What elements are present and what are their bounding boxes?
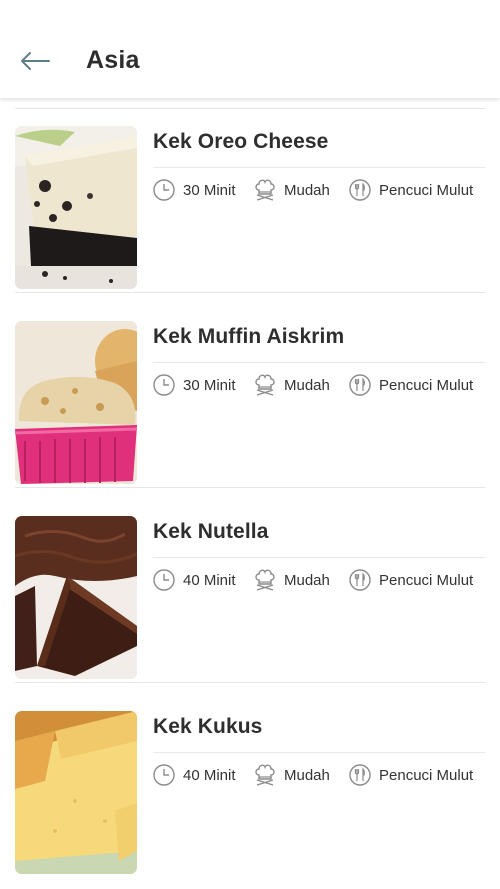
recipe-title: Kek Kukus (153, 715, 263, 738)
recipe-category: Pencuci Mulut (348, 763, 473, 787)
recipe-image-kukus (15, 711, 137, 874)
divider (153, 167, 485, 168)
recipe-category: Pencuci Mulut (348, 373, 473, 397)
recipe-image-oreo-cheese (15, 126, 137, 289)
recipe-time: 30 Minit (152, 373, 236, 397)
recipe-difficulty: Mudah (253, 763, 330, 787)
clock-icon (153, 569, 175, 591)
recipe-time: 40 Minit (152, 568, 236, 592)
recipe-time: 30 Minit (152, 178, 236, 202)
arrow-left-icon (21, 52, 50, 70)
chef-hat-icon (255, 179, 275, 201)
recipe-title: Kek Muffin Aiskrim (153, 325, 345, 348)
recipe-image-muffin-aiskrim (15, 321, 137, 484)
cutlery-icon (349, 179, 371, 201)
clock-icon (153, 764, 175, 786)
back-button[interactable] (14, 42, 56, 80)
chef-hat-icon (255, 374, 275, 396)
chef-hat-icon (255, 764, 275, 786)
divider (153, 362, 485, 363)
cutlery-icon (349, 764, 371, 786)
recipe-time: 40 Minit (152, 763, 236, 787)
recipe-category: Pencuci Mulut (348, 178, 473, 202)
chef-hat-icon (255, 569, 275, 591)
recipe-image-nutella (15, 516, 137, 679)
recipe-card[interactable]: Kek Kukus 40 Minit Mudah Pencuci Mulut (0, 683, 500, 878)
recipe-difficulty: Mudah (253, 568, 330, 592)
divider (153, 557, 485, 558)
recipe-card[interactable]: Kek Nutella 40 Minit Mudah Pencuci Mulut (0, 488, 500, 683)
recipe-title: Kek Oreo Cheese (153, 130, 329, 153)
recipe-category: Pencuci Mulut (348, 568, 473, 592)
recipe-title: Kek Nutella (153, 520, 269, 543)
cutlery-icon (349, 374, 371, 396)
clock-icon (153, 374, 175, 396)
recipe-difficulty: Mudah (253, 178, 330, 202)
recipe-card[interactable]: Kek Oreo Cheese 30 Minit Mudah Pencuci M… (0, 98, 500, 293)
cutlery-icon (349, 569, 371, 591)
divider (153, 752, 485, 753)
page-title: Asia (86, 46, 140, 74)
recipe-card[interactable]: Kek Muffin Aiskrim 30 Minit Mudah Pencuc… (0, 293, 500, 488)
app-bar: Asia (0, 0, 500, 98)
recipe-difficulty: Mudah (253, 373, 330, 397)
clock-icon (153, 179, 175, 201)
